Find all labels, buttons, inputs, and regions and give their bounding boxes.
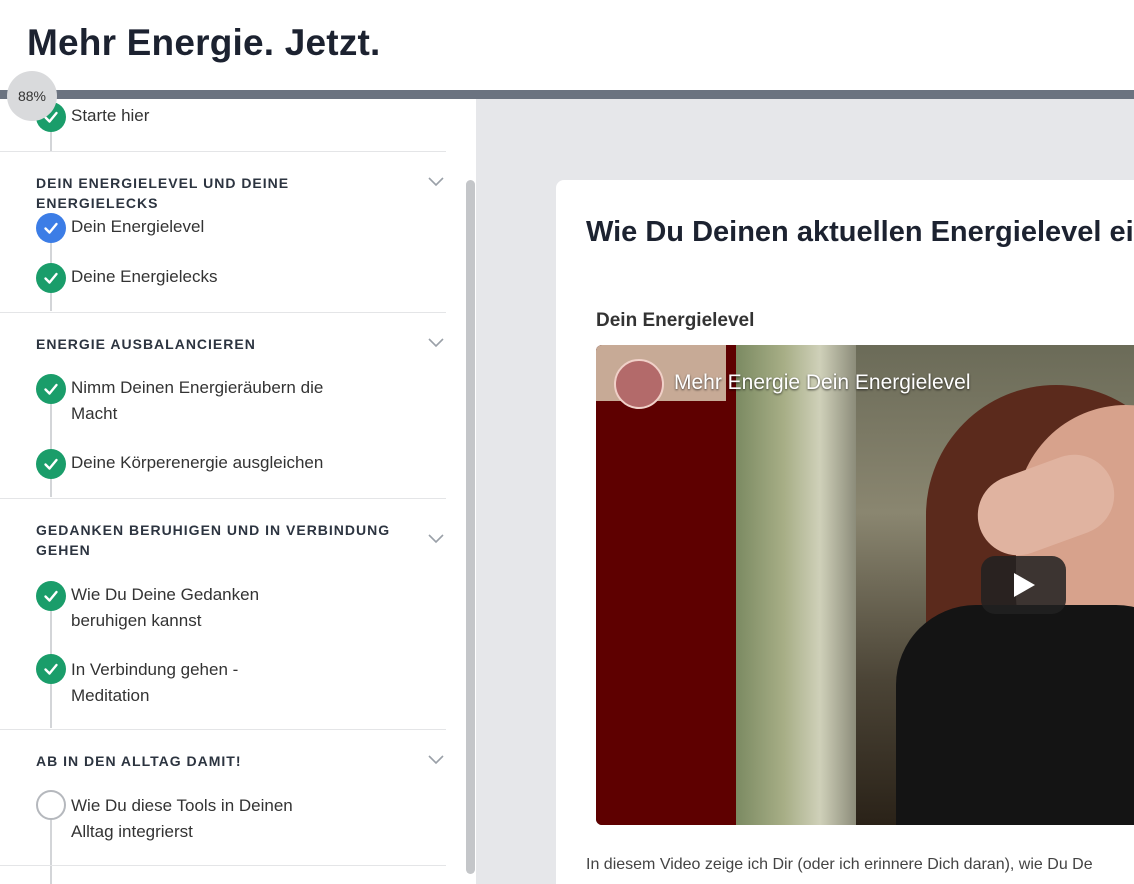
lesson-label-line: Nimm Deinen Energieräubern die — [71, 378, 324, 397]
section-divider — [0, 151, 446, 152]
lesson-item-deine-energielecks[interactable]: Deine Energielecks — [0, 261, 446, 295]
lesson-label-line: Alltag integrierst — [71, 822, 193, 841]
chevron-down-icon[interactable] — [428, 755, 444, 765]
lesson-label: In Verbindung gehen - Meditation — [71, 657, 238, 709]
course-header: Mehr Energie. Jetzt. — [0, 0, 1134, 90]
lesson-description: In diesem Video zeige ich Dir (oder ich … — [586, 856, 1093, 873]
chevron-down-icon[interactable] — [428, 338, 444, 348]
section-divider — [0, 729, 446, 730]
video-heading: Dein Energielevel — [596, 310, 755, 331]
lesson-label-line: Macht — [71, 404, 118, 423]
section-heading[interactable]: GEDANKEN BERUHIGEN UND IN VERBINDUNG GEH… — [36, 520, 406, 560]
lesson-content-area: Wie Du Deinen aktuellen Energielevel ein… — [476, 99, 1134, 884]
check-done-icon — [36, 581, 66, 611]
lesson-item-dein-energielevel[interactable]: Dein Energielevel — [0, 211, 446, 245]
video-frame-bg — [736, 345, 856, 825]
section-heading-line: GEHEN — [36, 542, 91, 558]
check-done-icon — [36, 263, 66, 293]
video-player[interactable]: Mehr Energie Dein Energielevel — [596, 345, 1134, 825]
video-frame-bg — [596, 345, 736, 825]
course-title: Mehr Energie. Jetzt. — [27, 22, 381, 63]
lesson-label: Deine Energielecks — [71, 267, 218, 286]
sidebar-scrollbar[interactable] — [466, 180, 475, 874]
course-sidebar: Starte hier DEIN ENERGIELEVEL UND DEINE … — [0, 99, 476, 884]
check-open-icon — [36, 790, 66, 820]
section-divider — [0, 498, 446, 499]
lesson-item-koerperenergie[interactable]: Deine Körperenergie ausgleichen — [0, 447, 446, 481]
video-title[interactable]: Mehr Energie Dein Energielevel — [674, 371, 971, 395]
course-progress-bar — [0, 90, 1134, 99]
lesson-item-energieraeuber[interactable]: Nimm Deinen Energieräubern die Macht — [0, 372, 446, 430]
check-active-icon — [36, 213, 66, 243]
channel-avatar[interactable] — [614, 359, 664, 409]
section-heading[interactable]: DEIN ENERGIELEVEL UND DEINE ENERGIELECKS — [36, 173, 406, 213]
lesson-label: Dein Energielevel — [71, 217, 205, 236]
play-icon — [1013, 573, 1035, 597]
lesson-item-gedanken-beruhigen[interactable]: Wie Du Deine Gedanken beruhigen kannst — [0, 579, 446, 637]
section-heading[interactable]: ENERGIE AUSBALANCIEREN — [36, 334, 406, 354]
check-done-icon — [36, 654, 66, 684]
lesson-label-line: Meditation — [71, 686, 150, 705]
check-done-icon — [36, 449, 66, 479]
section-divider — [0, 865, 446, 866]
lesson-label: Wie Du diese Tools in Deinen Alltag inte… — [71, 793, 293, 845]
section-heading[interactable]: AB IN DEN ALLTAG DAMIT! — [36, 751, 406, 771]
chevron-down-icon[interactable] — [428, 534, 444, 544]
progress-badge: 88% — [7, 71, 57, 121]
lesson-label-line: Wie Du diese Tools in Deinen — [71, 796, 293, 815]
check-done-icon — [36, 374, 66, 404]
lesson-label-line: Wie Du Deine Gedanken — [71, 585, 260, 604]
lesson-label-line: beruhigen kannst — [71, 611, 202, 630]
section-divider — [0, 312, 446, 313]
lesson-title: Wie Du Deinen aktuellen Energielevel ein — [586, 216, 1134, 248]
lesson-label: Deine Körperenergie ausgleichen — [71, 453, 324, 472]
section-heading-line: GEDANKEN BERUHIGEN UND IN VERBINDUNG — [36, 522, 391, 538]
lesson-item-alltag[interactable]: Wie Du diese Tools in Deinen Alltag inte… — [0, 790, 446, 848]
lesson-label: Starte hier — [71, 106, 150, 125]
lesson-label: Wie Du Deine Gedanken beruhigen kannst — [71, 582, 259, 634]
lesson-label-line: In Verbindung gehen - — [71, 660, 239, 679]
chevron-down-icon[interactable] — [428, 177, 444, 187]
play-button[interactable] — [981, 556, 1066, 614]
lesson-item-meditation[interactable]: In Verbindung gehen - Meditation — [0, 654, 446, 712]
video-frame-person — [896, 605, 1134, 825]
lesson-card: Wie Du Deinen aktuellen Energielevel ein… — [556, 180, 1134, 884]
lesson-item-starte-hier[interactable]: Starte hier — [0, 100, 446, 134]
lesson-label: Nimm Deinen Energieräubern die Macht — [71, 375, 323, 427]
